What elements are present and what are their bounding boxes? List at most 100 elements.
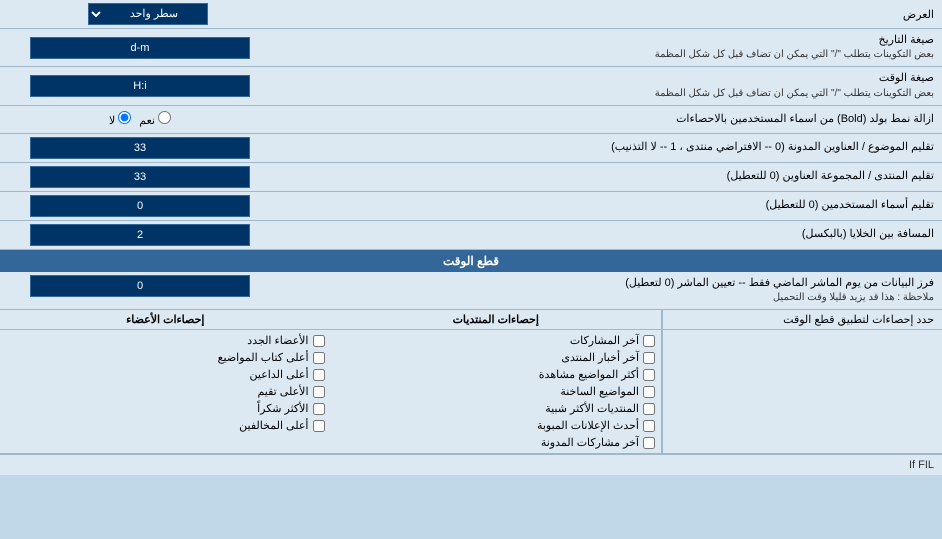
top-row: العرض سطر واحد سطران ثلاثة أسطر xyxy=(0,0,942,29)
check-item-posts-2: آخر أخبار المنتدى xyxy=(333,349,660,366)
cell-distance-input[interactable] xyxy=(30,224,250,246)
checkbox-members-1[interactable] xyxy=(313,335,325,347)
forum-titles-label: تقليم المنتدى / المجموعة العناوين (0 للت… xyxy=(280,165,942,188)
checkbox-posts-5[interactable] xyxy=(643,403,655,415)
topics-titles-input-area xyxy=(0,134,280,162)
bottom-note-text: If FIL xyxy=(909,459,934,471)
check-item-members-5: الأكثر شكراً xyxy=(2,400,329,417)
forum-titles-input[interactable] xyxy=(30,166,250,188)
stats-section: حدد إحصاءات لتطبيق قطع الوقت إحصاءات الم… xyxy=(0,310,942,454)
check-item-members-6: أعلى المخالفين xyxy=(2,417,329,434)
bold-radio-area: نعم لا xyxy=(0,108,280,130)
time-format-title: صيغة الوقت xyxy=(288,71,934,86)
date-format-input[interactable] xyxy=(30,37,250,59)
bold-row: ازالة نمط بولد (Bold) من اسماء المستخدمي… xyxy=(0,106,942,134)
date-format-desc: بعض التكوينات يتطلب "/" التي يمكن ان تضا… xyxy=(288,48,934,62)
cutoff-section-header: قطع الوقت xyxy=(0,250,942,272)
bold-no-text: لا xyxy=(109,115,115,127)
usernames-row: تقليم أسماء المستخدمين (0 للتعطيل) xyxy=(0,192,942,221)
cutoff-main-text: فرز البيانات من يوم الماشر الماضي فقط --… xyxy=(288,276,934,291)
bold-yes-radio[interactable] xyxy=(158,111,171,124)
bold-label: ازالة نمط بولد (Bold) من اسماء المستخدمي… xyxy=(280,108,942,131)
check-label-members-4: الأعلى تقيم xyxy=(257,385,308,398)
checkbox-members-2[interactable] xyxy=(313,352,325,364)
cell-distance-row: المسافة بين الخلايا (بالبكسل) xyxy=(0,221,942,250)
display-select[interactable]: سطر واحد سطران ثلاثة أسطر xyxy=(88,3,208,25)
checkbox-members-6[interactable] xyxy=(313,420,325,432)
bold-no-label[interactable]: لا xyxy=(109,111,131,127)
check-label-members-5: الأكثر شكراً xyxy=(257,402,308,415)
topics-titles-input[interactable] xyxy=(30,137,250,159)
check-item-posts-7: آخر مشاركات المدونة xyxy=(333,434,660,451)
date-format-title: صيغة التاريخ xyxy=(288,33,934,48)
check-label-members-3: أعلى الداعين xyxy=(250,368,309,381)
topics-titles-row: تقليم الموضوع / العناوين المدونة (0 -- ا… xyxy=(0,134,942,163)
check-label-members-6: أعلى المخالفين xyxy=(239,419,308,432)
stats-checkboxes: آخر المشاركات آخر أخبار المنتدى أكثر الم… xyxy=(0,330,662,453)
cutoff-note-text: ملاحظة : هذا قد يزيد قليلا وقت التحميل xyxy=(288,291,934,305)
checkbox-posts-7[interactable] xyxy=(643,437,655,449)
bold-no-radio[interactable] xyxy=(118,111,131,124)
check-label-members-2: أعلى كتاب المواضيع xyxy=(218,351,309,364)
checkbox-members-3[interactable] xyxy=(313,369,325,381)
bold-radio-group: نعم لا xyxy=(109,111,171,127)
posts-stats-col: آخر المشاركات آخر أخبار المنتدى أكثر الم… xyxy=(331,330,663,453)
date-format-input-area xyxy=(0,34,280,62)
check-item-posts-3: أكثر المواضيع مشاهدة xyxy=(333,366,660,383)
check-item-members-2: أعلى كتاب المواضيع xyxy=(2,349,329,366)
checkbox-posts-4[interactable] xyxy=(643,386,655,398)
stats-body: آخر المشاركات آخر أخبار المنتدى أكثر الم… xyxy=(0,330,942,453)
time-format-row: صيغة الوقت بعض التكوينات يتطلب "/" التي … xyxy=(0,67,942,105)
bold-yes-label[interactable]: نعم xyxy=(139,111,171,127)
stats-cols-header: إحصاءات المنتديات إحصاءات الأعضاء xyxy=(0,310,662,329)
cell-distance-input-area xyxy=(0,221,280,249)
members-stats-header: إحصاءات الأعضاء xyxy=(0,310,331,329)
check-label-posts-1: آخر المشاركات xyxy=(570,334,639,347)
cutoff-label: فرز البيانات من يوم الماشر الماضي فقط --… xyxy=(280,272,942,309)
cell-distance-label: المسافة بين الخلايا (بالبكسل) xyxy=(280,223,942,246)
bold-yes-text: نعم xyxy=(139,115,155,127)
checkbox-members-4[interactable] xyxy=(313,386,325,398)
header-label: العرض xyxy=(288,8,934,21)
check-item-members-1: الأعضاء الجدد xyxy=(2,332,329,349)
cutoff-header-text: قطع الوقت xyxy=(443,254,499,268)
cutoff-input-area xyxy=(0,272,280,300)
stats-limit-label: حدد إحصاءات لتطبيق قطع الوقت xyxy=(662,310,942,329)
bottom-note: If FIL xyxy=(0,454,942,475)
cutoff-input[interactable] xyxy=(30,275,250,297)
forum-titles-input-area xyxy=(0,163,280,191)
check-item-posts-4: المواضيع الساخنة xyxy=(333,383,660,400)
check-label-posts-6: أحدث الإعلانات المبوبة xyxy=(537,419,639,432)
cutoff-row: فرز البيانات من يوم الماشر الماضي فقط --… xyxy=(0,272,942,310)
time-format-label: صيغة الوقت بعض التكوينات يتطلب "/" التي … xyxy=(280,67,942,104)
checkbox-members-5[interactable] xyxy=(313,403,325,415)
time-format-input[interactable] xyxy=(30,75,250,97)
usernames-input-area xyxy=(0,192,280,220)
date-format-label: صيغة التاريخ بعض التكوينات يتطلب "/" الت… xyxy=(280,29,942,66)
check-label-posts-5: المنتديات الأكثر شبية xyxy=(545,402,639,415)
stats-body-label xyxy=(662,330,942,453)
checkbox-posts-2[interactable] xyxy=(643,352,655,364)
select-area: سطر واحد سطران ثلاثة أسطر xyxy=(8,3,288,25)
usernames-input[interactable] xyxy=(30,195,250,217)
forum-titles-row: تقليم المنتدى / المجموعة العناوين (0 للت… xyxy=(0,163,942,192)
check-item-members-3: أعلى الداعين xyxy=(2,366,329,383)
date-format-row: صيغة التاريخ بعض التكوينات يتطلب "/" الت… xyxy=(0,29,942,67)
check-item-posts-5: المنتديات الأكثر شبية xyxy=(333,400,660,417)
stats-headers-row: حدد إحصاءات لتطبيق قطع الوقت إحصاءات الم… xyxy=(0,310,942,330)
members-stats-col: الأعضاء الجدد أعلى كتاب المواضيع أعلى ال… xyxy=(0,330,331,453)
time-format-desc: بعض التكوينات يتطلب "/" التي يمكن ان تضا… xyxy=(288,87,934,101)
topics-titles-label: تقليم الموضوع / العناوين المدونة (0 -- ا… xyxy=(280,136,942,159)
checkbox-posts-1[interactable] xyxy=(643,335,655,347)
usernames-label: تقليم أسماء المستخدمين (0 للتعطيل) xyxy=(280,194,942,217)
checkbox-posts-6[interactable] xyxy=(643,420,655,432)
main-container: العرض سطر واحد سطران ثلاثة أسطر صيغة الت… xyxy=(0,0,942,475)
check-item-members-4: الأعلى تقيم xyxy=(2,383,329,400)
check-label-posts-7: آخر مشاركات المدونة xyxy=(541,436,639,449)
check-label-posts-2: آخر أخبار المنتدى xyxy=(561,351,639,364)
time-format-input-area xyxy=(0,72,280,100)
check-item-posts-1: آخر المشاركات xyxy=(333,332,660,349)
check-label-members-1: الأعضاء الجدد xyxy=(247,334,308,347)
posts-stats-header: إحصاءات المنتديات xyxy=(331,310,663,329)
checkbox-posts-3[interactable] xyxy=(643,369,655,381)
